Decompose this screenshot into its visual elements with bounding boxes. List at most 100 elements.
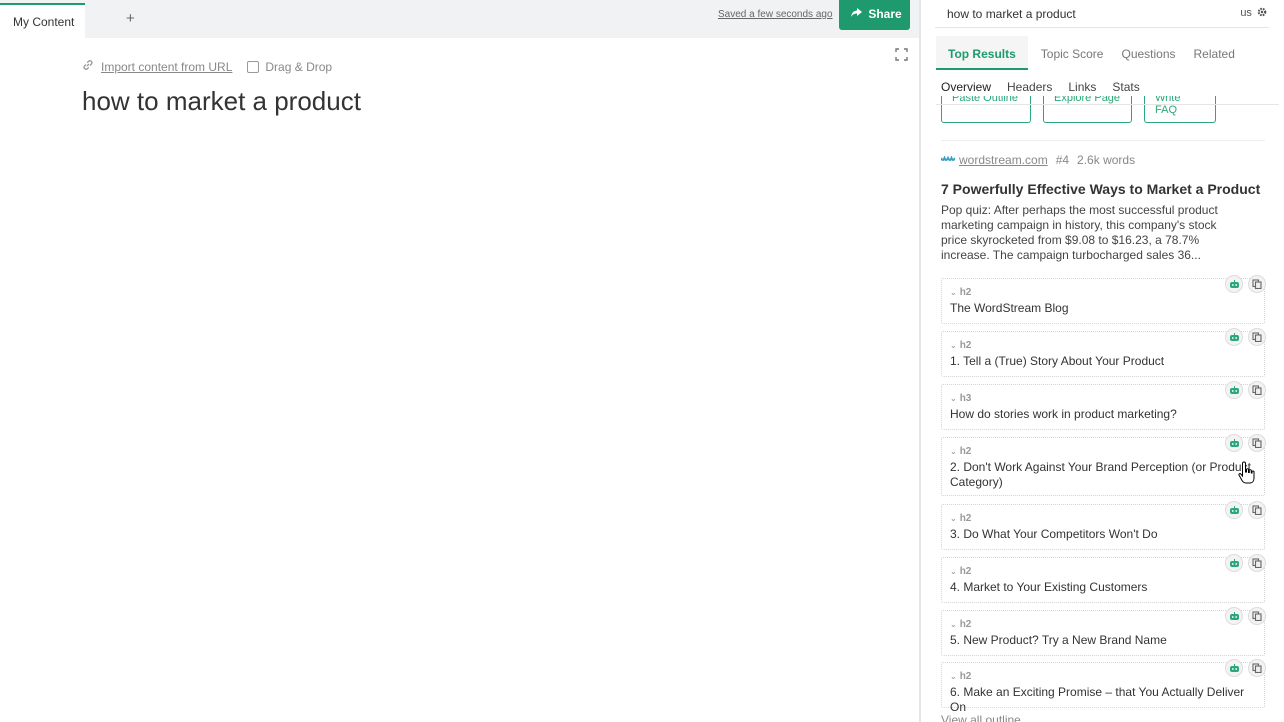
heading-card[interactable]: ⌄ h2 6. Make an Exciting Promise – that Yo… xyxy=(941,659,1266,714)
heading-card[interactable]: ⌄ h2 2. Don't Work Against Your Brand Perc… xyxy=(941,434,1266,496)
link-icon xyxy=(82,59,94,74)
heading-card[interactable]: ⌄ h2 3. Do What Your Competitors Won't Do xyxy=(941,501,1266,550)
document-title[interactable]: how to market a product xyxy=(82,86,361,117)
chevron-down-icon: ⌄ xyxy=(950,514,957,523)
settings-icon[interactable] xyxy=(1257,7,1267,17)
heading-tag[interactable]: ⌄ h2 xyxy=(950,566,971,577)
import-toolbar: Import content from URL Drag & Drop xyxy=(82,59,332,74)
subtab-divider xyxy=(936,104,1279,105)
heading-actions xyxy=(1220,434,1266,452)
tab-my-content[interactable]: My Content xyxy=(0,3,85,38)
copy-icon[interactable] xyxy=(1248,659,1266,677)
add-tab-button[interactable]: + xyxy=(126,10,135,27)
drag-drop-label: Drag & Drop xyxy=(265,59,333,74)
main-tabs: Top Results Topic Score Questions Relate… xyxy=(936,36,1269,70)
chevron-down-icon: ⌄ xyxy=(950,620,957,629)
robot-icon[interactable] xyxy=(1225,659,1243,677)
robot-icon[interactable] xyxy=(1225,275,1243,293)
heading-text: 3. Do What Your Competitors Won't Do xyxy=(950,527,1158,541)
copy-icon[interactable] xyxy=(1248,607,1266,625)
heading-tag[interactable]: ⌄ h2 xyxy=(950,340,971,351)
explore-page-button[interactable]: Explore Page xyxy=(1043,96,1132,123)
robot-icon[interactable] xyxy=(1225,554,1243,572)
heading-level: h3 xyxy=(959,393,972,404)
result-title[interactable]: 7 Powerfully Effective Ways to Market a … xyxy=(941,181,1260,197)
result-word-count: 2.6k words xyxy=(1077,153,1136,167)
heading-actions xyxy=(1220,275,1266,293)
tab-bar: My Content + Saved a few seconds ago Sha… xyxy=(0,0,920,38)
chevron-down-icon: ⌄ xyxy=(950,672,957,681)
heading-text: 2. Don't Work Against Your Brand Percept… xyxy=(950,460,1251,489)
share-icon xyxy=(851,7,865,21)
heading-tag[interactable]: ⌄ h2 xyxy=(950,513,971,524)
drag-drop-checkbox[interactable] xyxy=(247,60,260,73)
copy-icon[interactable] xyxy=(1248,554,1266,572)
copy-icon[interactable] xyxy=(1248,501,1266,519)
subtab-overview[interactable]: Overview xyxy=(941,80,991,94)
share-label: Share xyxy=(868,7,902,21)
heading-tag[interactable]: ⌄ h2 xyxy=(950,619,971,630)
copy-icon[interactable] xyxy=(1248,434,1266,452)
tab-top-results[interactable]: Top Results xyxy=(936,36,1028,70)
heading-card[interactable]: ⌄ h2 4. Market to Your Existing Customers xyxy=(941,554,1266,603)
write-faq-button[interactable]: Write FAQ xyxy=(1144,96,1216,123)
copy-icon[interactable] xyxy=(1248,275,1266,293)
subtab-links[interactable]: Links xyxy=(1068,80,1096,94)
heading-text: The WordStream Blog xyxy=(950,301,1069,315)
heading-card[interactable]: ⌄ h2 The WordStream Blog xyxy=(941,275,1266,324)
result-rank: #4 xyxy=(1055,153,1070,167)
heading-tag[interactable]: ⌄ h3 xyxy=(950,393,971,404)
subtab-headers[interactable]: Headers xyxy=(1007,80,1052,94)
result-domain-link[interactable]: wordstream.com xyxy=(959,153,1048,167)
heading-actions xyxy=(1220,381,1266,399)
heading-text: 5. New Product? Try a New Brand Name xyxy=(950,633,1167,647)
share-button[interactable]: Share xyxy=(839,0,910,30)
heading-tag[interactable]: ⌄ h2 xyxy=(950,287,971,298)
expand-icon[interactable] xyxy=(895,48,908,61)
view-all-outline-link[interactable]: View all outline xyxy=(941,713,1021,722)
robot-icon[interactable] xyxy=(1225,328,1243,346)
heading-card[interactable]: ⌄ h2 5. New Product? Try a New Brand Name xyxy=(941,607,1266,656)
tab-topic-score[interactable]: Topic Score xyxy=(1041,36,1104,70)
copy-icon[interactable] xyxy=(1248,328,1266,346)
heading-level: h2 xyxy=(959,671,972,682)
robot-icon[interactable] xyxy=(1225,434,1243,452)
subtab-stats[interactable]: Stats xyxy=(1112,80,1139,94)
keyword-search-input[interactable]: how to market a product us xyxy=(935,0,1269,28)
heading-tag[interactable]: ⌄ h2 xyxy=(950,671,971,682)
heading-level: h2 xyxy=(959,566,972,577)
heading-actions xyxy=(1220,659,1266,677)
saved-status[interactable]: Saved a few seconds ago xyxy=(718,9,833,20)
heading-level: h2 xyxy=(959,287,972,298)
paste-outline-button[interactable]: Paste Outline xyxy=(941,96,1031,123)
copy-icon[interactable] xyxy=(1248,381,1266,399)
heading-card[interactable]: ⌄ h3 How do stories work in product market… xyxy=(941,381,1266,430)
heading-actions xyxy=(1220,607,1266,625)
country-selector[interactable]: us xyxy=(1240,7,1267,19)
action-button-row: Paste Outline Explore Page Write FAQ xyxy=(941,96,1228,123)
heading-level: h2 xyxy=(959,446,972,457)
chevron-down-icon: ⌄ xyxy=(950,341,957,350)
heading-actions xyxy=(1220,554,1266,572)
result-source: wordstream.com #4 2.6k words xyxy=(941,153,1135,167)
wordstream-logo-icon xyxy=(941,156,955,161)
tab-related[interactable]: Related xyxy=(1194,36,1235,70)
heading-text: How do stories work in product marketing… xyxy=(950,407,1177,421)
tab-questions[interactable]: Questions xyxy=(1121,36,1175,70)
sub-tabs: Overview Headers Links Stats xyxy=(941,80,1156,94)
result-separator xyxy=(941,140,1265,141)
heading-level: h2 xyxy=(959,513,972,524)
import-url-link[interactable]: Import content from URL xyxy=(101,60,232,74)
heading-text: 4. Market to Your Existing Customers xyxy=(950,580,1148,594)
chevron-down-icon: ⌄ xyxy=(950,288,957,297)
country-label: us xyxy=(1240,7,1252,19)
heading-card[interactable]: ⌄ h2 1. Tell a (True) Story About Your Pro… xyxy=(941,328,1266,377)
editor-pane: My Content + Saved a few seconds ago Sha… xyxy=(0,0,920,722)
robot-icon[interactable] xyxy=(1225,381,1243,399)
robot-icon[interactable] xyxy=(1225,501,1243,519)
heading-text: 1. Tell a (True) Story About Your Produc… xyxy=(950,354,1165,368)
heading-tag[interactable]: ⌄ h2 xyxy=(950,446,971,457)
chevron-down-icon: ⌄ xyxy=(950,447,957,456)
hand-cursor-icon xyxy=(1238,461,1256,487)
robot-icon[interactable] xyxy=(1225,607,1243,625)
